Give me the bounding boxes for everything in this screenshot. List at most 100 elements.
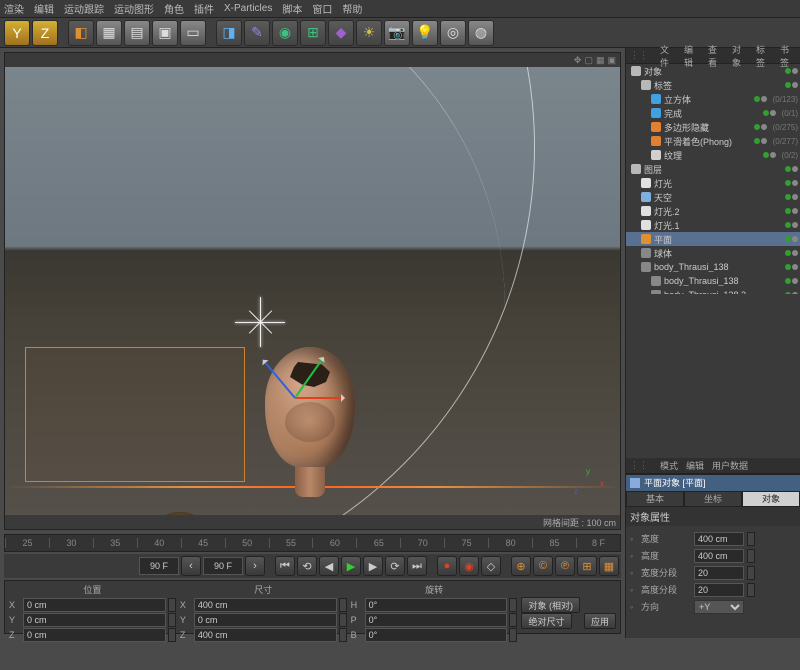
apply-button[interactable]: 应用 (584, 613, 616, 629)
attr-input-宽度分段[interactable] (694, 566, 744, 580)
key-rot-icon[interactable]: ℗ (555, 556, 575, 576)
3d-viewport[interactable]: x y z (5, 67, 620, 515)
spline-pen-icon[interactable]: ✎ (244, 20, 270, 46)
menu-item[interactable]: 窗口 (312, 1, 332, 16)
menu-item[interactable]: 编辑 (34, 1, 54, 16)
visibility-dots[interactable] (754, 96, 767, 102)
spinner-icon[interactable] (339, 598, 347, 612)
tree-row[interactable]: 多边形隐藏 (0/275) (626, 120, 800, 134)
vp-move-icon[interactable]: ✥ (574, 55, 582, 66)
menu-item[interactable]: 插件 (194, 1, 214, 16)
axis-y-button[interactable]: Y (4, 20, 30, 46)
tree-row[interactable]: 标签 (626, 78, 800, 92)
tree-row[interactable]: 灯光.1 (626, 218, 800, 232)
prev-frame-button[interactable]: ◀ (319, 556, 339, 576)
menu-item[interactable]: 渲染 (4, 1, 24, 16)
visibility-dots[interactable] (785, 264, 798, 270)
pos-y-input[interactable] (23, 613, 166, 627)
tab-object[interactable]: 对象 (742, 491, 800, 507)
play-button[interactable]: ▶ (341, 556, 361, 576)
tree-row[interactable]: 图层 (626, 162, 800, 176)
spin-icon[interactable]: › (245, 556, 265, 576)
menu-item[interactable]: 角色 (164, 1, 184, 16)
visibility-dots[interactable] (754, 138, 767, 144)
array-icon[interactable]: ⊞ (300, 20, 326, 46)
dopesheet-icon[interactable]: ▦ (599, 556, 619, 576)
spinner-icon[interactable] (339, 613, 347, 627)
timeline-ruler[interactable]: 2530 3540 4550 5560 6570 7580 858 F (4, 534, 621, 552)
key-param-icon[interactable]: ⊞ (577, 556, 597, 576)
visibility-dots[interactable] (785, 222, 798, 228)
menu-item[interactable]: 运动跟踪 (64, 1, 104, 16)
goto-end-button[interactable]: ⏭ (407, 556, 427, 576)
camera-obj-icon[interactable]: 📷 (384, 20, 410, 46)
goto-start-button[interactable]: ⏮ (275, 556, 295, 576)
attr-input-宽度[interactable] (694, 532, 744, 546)
visibility-dots[interactable] (785, 166, 798, 172)
vp-config-icon[interactable]: ▦ (596, 55, 605, 66)
grip-icon[interactable]: ⋮⋮ (630, 50, 648, 61)
start-frame-input[interactable] (139, 557, 179, 575)
visibility-dots[interactable] (785, 278, 798, 284)
absolute-size-button[interactable]: 绝对尺寸 (521, 613, 571, 629)
am-menu-item[interactable]: 模式 (660, 459, 678, 472)
visibility-dots[interactable] (785, 82, 798, 88)
key-pos-icon[interactable]: ⊕ (511, 556, 531, 576)
autokey-button[interactable]: ◉ (459, 556, 479, 576)
object-tree[interactable]: 对象 标签 立方体 (0/123) 完成 (0/1) 多边形隐藏 (0/275)… (626, 64, 800, 294)
primitive-cube-icon[interactable]: ◨ (216, 20, 242, 46)
attr-input-高度分段[interactable] (694, 583, 744, 597)
record-button[interactable]: ● (437, 556, 457, 576)
vp-maximize-icon[interactable]: ▢ (584, 55, 593, 66)
visibility-dots[interactable] (785, 208, 798, 214)
light-icon[interactable]: 💡 (412, 20, 438, 46)
tree-row[interactable]: 立方体 (0/123) (626, 92, 800, 106)
menu-item[interactable]: 运动图形 (114, 1, 154, 16)
camera-icon[interactable]: ▦ (96, 20, 122, 46)
size-x-input[interactable] (194, 598, 337, 612)
current-frame-input[interactable] (203, 557, 243, 575)
spinner-icon[interactable] (168, 598, 176, 612)
tree-row[interactable]: 球体 (626, 246, 800, 260)
spinner-icon[interactable] (168, 613, 176, 627)
spinner-icon[interactable] (339, 628, 347, 642)
tree-row[interactable]: 纹理 (0/2) (626, 148, 800, 162)
next-key-button[interactable]: ⟳ (385, 556, 405, 576)
prev-key-button[interactable]: ⟲ (297, 556, 317, 576)
tree-row[interactable]: 对象 (626, 64, 800, 78)
tab-basic[interactable]: 基本 (626, 491, 684, 507)
rot-p-input[interactable] (365, 613, 508, 627)
tree-row[interactable]: 平面 (626, 232, 800, 246)
bulb-icon[interactable]: ◍ (468, 20, 494, 46)
am-menu-item[interactable]: 编辑 (686, 459, 704, 472)
spinner-icon[interactable] (747, 583, 755, 597)
grip-icon[interactable]: ⋮⋮ (630, 460, 648, 471)
object-relative-button[interactable]: 对象 (相对) (521, 597, 580, 613)
pos-x-input[interactable] (23, 598, 166, 612)
pos-z-input[interactable] (23, 628, 166, 642)
deformer-icon[interactable]: ◆ (328, 20, 354, 46)
tree-row[interactable]: 完成 (0/1) (626, 106, 800, 120)
attr-input-高度[interactable] (694, 549, 744, 563)
visibility-dots[interactable] (763, 152, 776, 158)
spinner-icon[interactable] (509, 598, 517, 612)
menu-item[interactable]: 脚本 (282, 1, 302, 16)
tree-row[interactable]: 平滑着色(Phong) (0/277) (626, 134, 800, 148)
picture-icon[interactable]: ▭ (180, 20, 206, 46)
visibility-dots[interactable] (763, 110, 776, 116)
tree-row[interactable]: body_Thrausi_138 (626, 260, 800, 274)
render-icon[interactable]: ▣ (152, 20, 178, 46)
spinner-icon[interactable] (168, 628, 176, 642)
menu-item[interactable]: 帮助 (342, 1, 362, 16)
menu-item[interactable]: X-Particles (224, 3, 272, 14)
tree-row[interactable]: 灯光.2 (626, 204, 800, 218)
spinner-icon[interactable] (747, 566, 755, 580)
tree-row[interactable]: 灯光 (626, 176, 800, 190)
next-frame-button[interactable]: ▶ (363, 556, 383, 576)
am-menu-item[interactable]: 用户数据 (712, 459, 748, 472)
visibility-dots[interactable] (754, 124, 767, 130)
visibility-dots[interactable] (785, 194, 798, 200)
nurbs-icon[interactable]: ◉ (272, 20, 298, 46)
spinner-icon[interactable] (747, 532, 755, 546)
cube-icon[interactable]: ◧ (68, 20, 94, 46)
